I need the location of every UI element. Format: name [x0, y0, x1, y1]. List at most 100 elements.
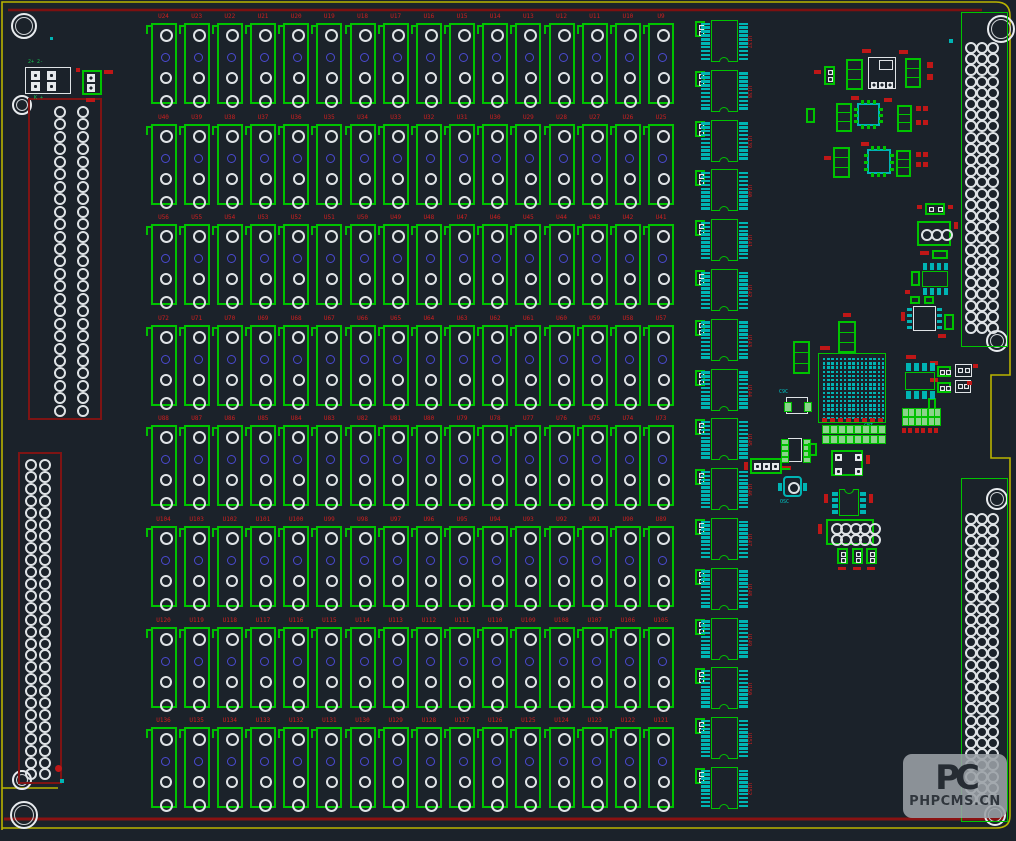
pad[interactable] — [325, 699, 338, 712]
pad[interactable] — [193, 532, 206, 545]
pad[interactable] — [293, 474, 305, 486]
two-pad-component[interactable] — [866, 548, 877, 564]
pad[interactable] — [160, 431, 173, 444]
pad[interactable] — [458, 598, 471, 611]
pad[interactable] — [194, 455, 203, 464]
pad[interactable] — [459, 254, 468, 263]
pad[interactable] — [393, 53, 402, 62]
pad[interactable] — [325, 331, 338, 344]
pad[interactable] — [259, 598, 272, 611]
pad[interactable] — [491, 733, 504, 746]
pad[interactable] — [425, 431, 438, 444]
pad[interactable] — [359, 397, 372, 410]
ic-footprint[interactable] — [711, 618, 738, 660]
pad[interactable] — [591, 633, 604, 646]
pad[interactable] — [392, 72, 404, 84]
relay-footprint[interactable] — [615, 325, 641, 406]
pad[interactable] — [193, 431, 206, 444]
pad[interactable] — [459, 776, 471, 788]
pad[interactable] — [591, 374, 603, 386]
pad[interactable] — [524, 196, 537, 209]
relay-footprint[interactable] — [482, 627, 508, 708]
relay-footprint[interactable] — [549, 224, 575, 305]
pad[interactable] — [591, 431, 604, 444]
pad[interactable] — [525, 676, 537, 688]
pad[interactable] — [325, 733, 338, 746]
relay-footprint[interactable] — [151, 627, 177, 708]
pad[interactable] — [425, 397, 438, 410]
pad[interactable] — [558, 776, 570, 788]
pad[interactable] — [359, 733, 372, 746]
pad[interactable] — [591, 273, 603, 285]
pad[interactable] — [559, 657, 568, 666]
pad[interactable] — [458, 431, 471, 444]
relay-footprint[interactable] — [283, 727, 309, 808]
pad[interactable] — [559, 556, 568, 565]
pad[interactable] — [359, 776, 371, 788]
pad[interactable] — [492, 776, 504, 788]
relay-footprint[interactable] — [648, 325, 674, 406]
relay-footprint[interactable] — [383, 124, 409, 205]
two-pad-component[interactable] — [944, 314, 954, 330]
pad[interactable] — [161, 154, 170, 163]
relay-footprint[interactable] — [217, 23, 243, 104]
pad[interactable] — [591, 130, 604, 143]
pad[interactable] — [260, 173, 272, 185]
pad[interactable] — [260, 474, 272, 486]
pad[interactable] — [194, 355, 203, 364]
pad[interactable] — [226, 397, 239, 410]
relay-footprint[interactable] — [648, 224, 674, 305]
cap-footprint[interactable] — [838, 321, 856, 353]
pad[interactable] — [558, 676, 570, 688]
pad[interactable] — [325, 230, 338, 243]
pad[interactable] — [359, 173, 371, 185]
pad[interactable] — [624, 374, 636, 386]
pad[interactable] — [226, 173, 238, 185]
relay-footprint[interactable] — [217, 124, 243, 205]
relay-footprint[interactable] — [515, 627, 541, 708]
relay-footprint[interactable] — [648, 526, 674, 607]
two-pad-component[interactable] — [955, 364, 972, 377]
relay-footprint[interactable] — [615, 727, 641, 808]
pad[interactable] — [426, 757, 435, 766]
pad[interactable] — [325, 633, 338, 646]
relay-footprint[interactable] — [184, 627, 210, 708]
pad[interactable] — [392, 130, 405, 143]
pad[interactable] — [658, 355, 667, 364]
pad[interactable] — [193, 95, 206, 108]
relay-footprint[interactable] — [316, 526, 342, 607]
pad[interactable] — [458, 397, 471, 410]
relay-footprint[interactable] — [350, 124, 376, 205]
relay-footprint[interactable] — [648, 23, 674, 104]
pad[interactable] — [458, 130, 471, 143]
pad[interactable] — [326, 173, 338, 185]
pad[interactable] — [558, 532, 571, 545]
pad[interactable] — [161, 254, 170, 263]
pad[interactable] — [293, 776, 305, 788]
cap-footprint[interactable] — [833, 147, 850, 178]
pad[interactable] — [392, 474, 404, 486]
pad[interactable] — [624, 72, 636, 84]
pad[interactable] — [292, 532, 305, 545]
pad[interactable] — [226, 72, 238, 84]
pad[interactable] — [458, 733, 471, 746]
pad[interactable] — [359, 72, 371, 84]
pad[interactable] — [624, 575, 636, 587]
pad[interactable] — [657, 230, 670, 243]
pad[interactable] — [326, 676, 338, 688]
pad[interactable] — [591, 799, 604, 812]
pad[interactable] — [160, 29, 173, 42]
relay-footprint[interactable] — [615, 627, 641, 708]
cap-footprint[interactable] — [836, 103, 852, 132]
pad[interactable] — [624, 397, 637, 410]
pad[interactable] — [392, 173, 404, 185]
pad[interactable] — [591, 699, 604, 712]
pad[interactable] — [558, 575, 570, 587]
relay-footprint[interactable] — [283, 224, 309, 305]
pad[interactable] — [658, 72, 670, 84]
pad[interactable] — [260, 355, 269, 364]
pad[interactable] — [624, 733, 637, 746]
pad[interactable] — [360, 355, 369, 364]
crystal-oscillator[interactable] — [783, 476, 802, 497]
pad[interactable] — [160, 575, 172, 587]
